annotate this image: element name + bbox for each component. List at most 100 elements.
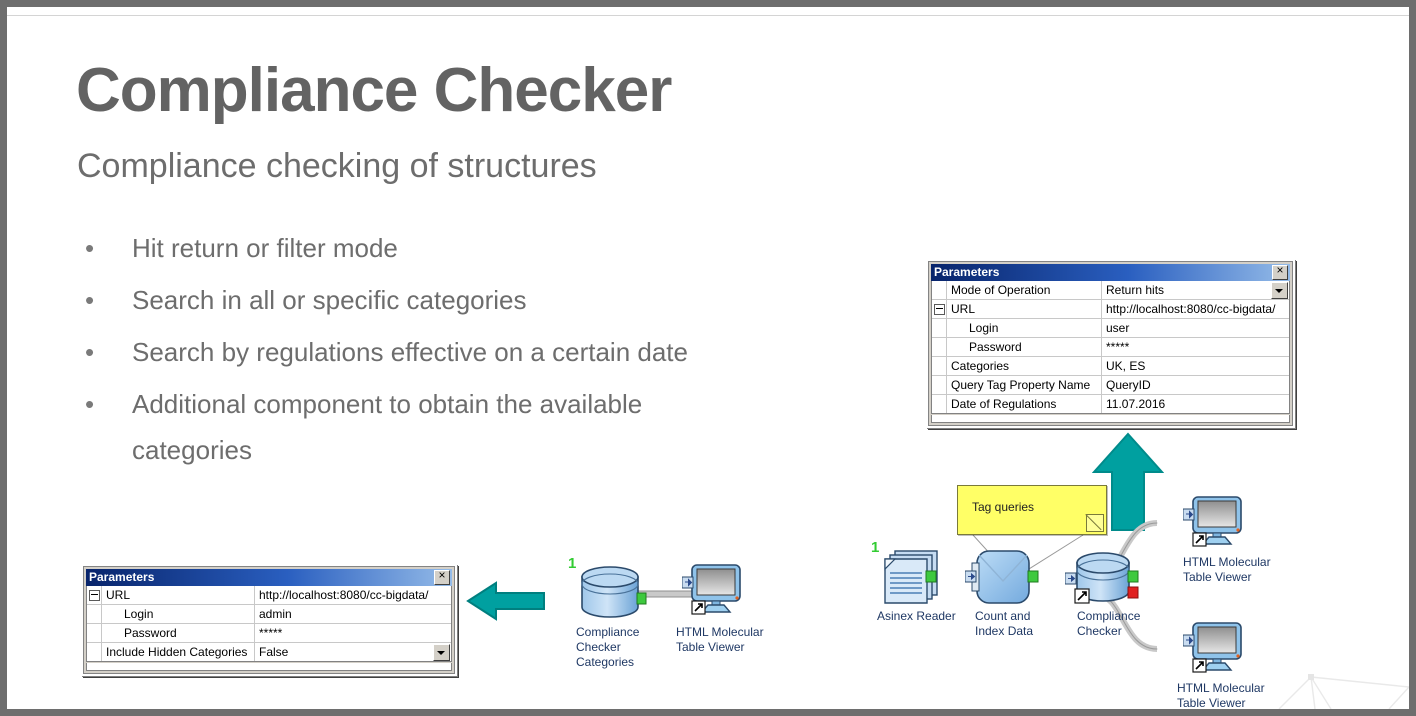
table-row[interactable]: Login admin: [87, 605, 451, 624]
node-caption: Asinex Reader: [877, 609, 956, 623]
bullet-marker-icon: •: [85, 389, 95, 419]
table-row[interactable]: Categories UK, ES: [932, 357, 1289, 376]
node-caption: HTML Molecular Table Viewer: [1183, 555, 1271, 584]
close-icon[interactable]: [434, 568, 450, 585]
table-row[interactable]: Include Hidden Categories False: [87, 643, 451, 661]
dialog-titlebar[interactable]: Parameters: [86, 568, 452, 586]
bullet-text: Hit return or filter mode: [132, 233, 398, 263]
table-row[interactable]: Mode of Operation Return hits: [932, 281, 1289, 300]
parameters-grid: Mode of Operation Return hits URL http:/…: [931, 281, 1290, 414]
param-value[interactable]: admin: [255, 605, 451, 623]
parameters-dialog-bottom[interactable]: Parameters URL http://localhost:8080/cc-…: [81, 564, 457, 676]
param-value[interactable]: http://localhost:8080/cc-bigdata/: [255, 586, 451, 604]
workflow-large: Tag queries 1 Asinex Reader Count and In…: [865, 477, 1405, 709]
row-gutter[interactable]: [87, 586, 102, 604]
param-value[interactable]: http://localhost:8080/cc-bigdata/: [1102, 300, 1289, 318]
dialog-titlebar[interactable]: Parameters: [931, 263, 1290, 281]
parameters-dialog-top[interactable]: Parameters Mode of Operation Return hits…: [926, 259, 1295, 428]
param-value-text: False: [259, 645, 289, 659]
parameters-grid: URL http://localhost:8080/cc-bigdata/ Lo…: [86, 586, 452, 662]
row-gutter: [87, 643, 102, 661]
param-key: Categories: [947, 357, 1102, 375]
table-row[interactable]: Login user: [932, 319, 1289, 338]
page-title: Compliance Checker: [76, 56, 672, 125]
table-row[interactable]: Date of Regulations 11.07.2016: [932, 395, 1289, 413]
monitor-icon[interactable]: [682, 563, 744, 619]
param-value[interactable]: UK, ES: [1102, 357, 1289, 375]
list-item: • Hit return or filter mode: [77, 225, 817, 271]
param-key: Password: [102, 624, 255, 642]
row-gutter: [932, 395, 947, 413]
bullet-marker-icon: •: [85, 337, 95, 367]
row-gutter[interactable]: [932, 300, 947, 318]
list-item: • Additional component to obtain the ava…: [77, 381, 817, 473]
database-cylinder-icon[interactable]: [1065, 549, 1151, 611]
row-gutter: [932, 376, 947, 394]
row-gutter: [87, 624, 102, 642]
bullet-text: Search by regulations effective on a cer…: [132, 337, 688, 367]
database-cylinder-icon[interactable]: [578, 565, 648, 621]
collapse-icon[interactable]: [88, 589, 100, 601]
table-row[interactable]: URL http://localhost:8080/cc-bigdata/: [87, 586, 451, 605]
param-value[interactable]: user: [1102, 319, 1289, 337]
param-key: URL: [947, 300, 1102, 318]
param-key: Login: [102, 605, 255, 623]
bullet-marker-icon: •: [85, 233, 95, 263]
arrow-left-icon: [466, 581, 545, 621]
slide-top-rule: [7, 15, 1409, 16]
list-item: • Search in all or specific categories: [77, 277, 817, 323]
param-key: Query Tag Property Name: [947, 376, 1102, 394]
param-key: Password: [947, 338, 1102, 356]
node-caption: Compliance Checker: [1077, 609, 1141, 638]
node-caption: HTML Molecular Table Viewer: [676, 625, 764, 654]
param-value[interactable]: *****: [1102, 338, 1289, 356]
monitor-icon[interactable]: [1183, 621, 1245, 677]
dialog-title: Parameters: [934, 265, 1000, 279]
param-key: Include Hidden Categories: [102, 643, 255, 661]
rounded-node-icon[interactable]: [965, 547, 1045, 611]
param-value[interactable]: *****: [255, 624, 451, 642]
table-row[interactable]: Password *****: [932, 338, 1289, 357]
param-key: Date of Regulations: [947, 395, 1102, 413]
dialog-frame: Parameters Mode of Operation Return hits…: [928, 261, 1293, 426]
chevron-down-icon[interactable]: [433, 644, 450, 661]
slide-canvas: Compliance Checker Compliance checking o…: [7, 7, 1409, 709]
dialog-footer: [931, 415, 1290, 423]
bullet-marker-icon: •: [85, 285, 95, 315]
param-value[interactable]: Return hits: [1102, 281, 1289, 299]
param-key: Login: [947, 319, 1102, 337]
node-caption: Compliance Checker Categories: [576, 625, 640, 669]
param-value[interactable]: QueryID: [1102, 376, 1289, 394]
collapse-icon[interactable]: [933, 303, 945, 315]
table-row[interactable]: Password *****: [87, 624, 451, 643]
dialog-frame: Parameters URL http://localhost:8080/cc-…: [83, 566, 455, 674]
dialog-footer: [86, 663, 452, 671]
row-gutter: [932, 281, 947, 299]
annotation-text: Tag queries: [972, 500, 1035, 514]
param-value-text: Return hits: [1106, 283, 1165, 297]
table-row[interactable]: URL http://localhost:8080/cc-bigdata/: [932, 300, 1289, 319]
note-resize-handle-icon[interactable]: [1086, 514, 1104, 532]
bullet-text: Additional component to obtain the avail…: [132, 389, 643, 465]
list-item: • Search by regulations effective on a c…: [77, 329, 817, 375]
page-subtitle: Compliance checking of structures: [77, 147, 597, 185]
bullet-text: Search in all or specific categories: [132, 285, 527, 315]
row-gutter: [932, 319, 947, 337]
table-row[interactable]: Query Tag Property Name QueryID: [932, 376, 1289, 395]
chevron-down-icon[interactable]: [1271, 282, 1288, 299]
annotation-note[interactable]: Tag queries: [957, 485, 1107, 535]
port-number-label: 1: [568, 555, 577, 572]
node-caption: Count and Index Data: [975, 609, 1034, 638]
row-gutter: [932, 338, 947, 356]
row-gutter: [932, 357, 947, 375]
document-stack-icon[interactable]: [879, 549, 947, 607]
param-value[interactable]: 11.07.2016: [1102, 395, 1289, 413]
close-icon[interactable]: [1272, 263, 1288, 280]
workflow-small: 1 Compliance Checker Categories HTML Mol…: [562, 555, 782, 675]
param-key: URL: [102, 586, 255, 604]
node-caption: HTML Molecular Table Viewer: [1177, 681, 1265, 709]
monitor-icon[interactable]: [1183, 495, 1245, 551]
param-value[interactable]: False: [255, 643, 451, 661]
bullet-list: • Hit return or filter mode • Search in …: [77, 225, 817, 479]
row-gutter: [87, 605, 102, 623]
